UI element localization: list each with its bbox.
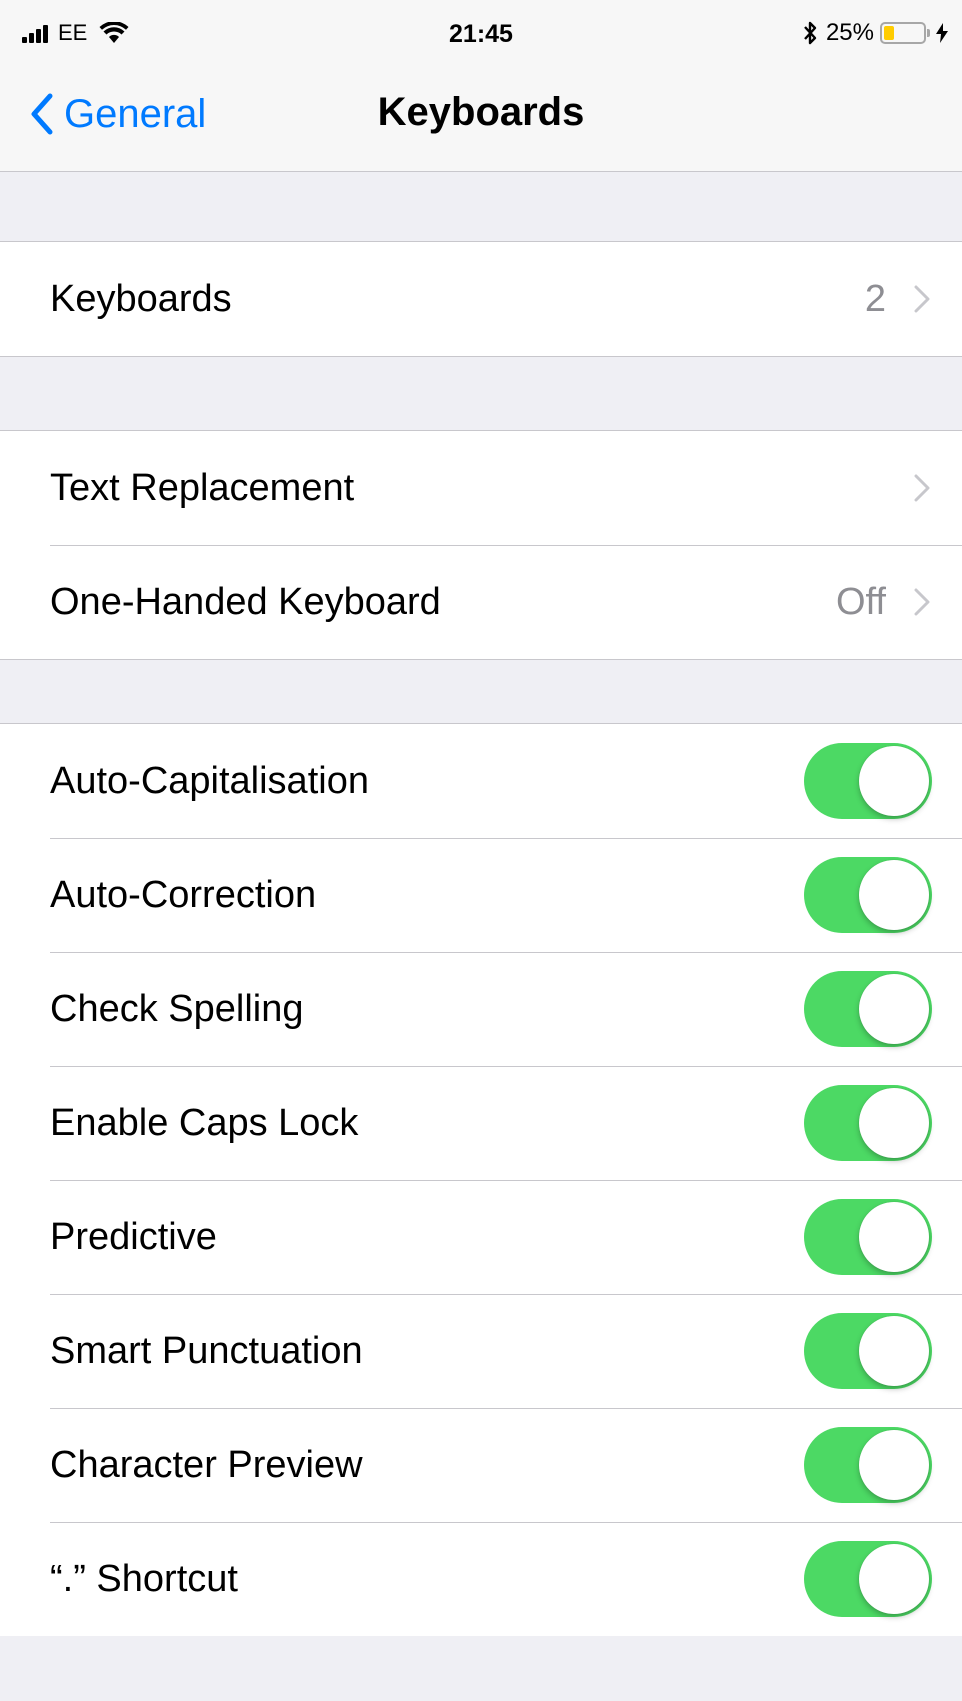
toggle-row-right: [804, 1085, 932, 1161]
toggle-row-smart-punctuation: Smart Punctuation: [0, 1294, 962, 1408]
toggle-knob: [859, 1430, 929, 1500]
toggle-row-right: [804, 1541, 932, 1617]
keyboards-group: Keyboards 2: [0, 241, 962, 357]
toggle-knob: [859, 746, 929, 816]
toggle-row-right: [804, 1427, 932, 1503]
text-replacement-row[interactable]: Text Replacement: [0, 431, 962, 545]
toggle-knob: [859, 1544, 929, 1614]
toggle-row-right: [804, 1199, 932, 1275]
one-handed-keyboard-row-right: Off: [836, 581, 930, 624]
battery-percentage: 25%: [825, 19, 874, 46]
text-options-group: Text Replacement One-Handed Keyboard Off: [0, 430, 962, 660]
status-bar: EE 21:45 25%: [0, 0, 962, 60]
toggle-label: Predictive: [50, 1215, 217, 1258]
toggle-row-right: [804, 743, 932, 819]
toggle-row-auto-correction: Auto-Correction: [0, 838, 962, 952]
smart-punctuation-toggle[interactable]: [804, 1313, 932, 1389]
status-right: 25%: [802, 18, 948, 48]
navigation-bar: General Keyboards: [0, 60, 962, 172]
toggle-label: Enable Caps Lock: [50, 1101, 359, 1144]
battery-fill: [884, 26, 894, 40]
check-spelling-toggle[interactable]: [804, 971, 932, 1047]
charging-bolt-icon: [936, 23, 948, 43]
chevron-right-icon: [914, 285, 930, 313]
predictive-toggle[interactable]: [804, 1199, 932, 1275]
toggle-row-character-preview: Character Preview: [0, 1408, 962, 1522]
text-replacement-row-right: [914, 474, 930, 502]
toggle-knob: [859, 860, 929, 930]
bluetooth-icon: [804, 21, 817, 45]
one-handed-keyboard-value: Off: [836, 580, 886, 623]
enable-caps-lock-toggle[interactable]: [804, 1085, 932, 1161]
page-title: Keyboards: [377, 90, 585, 134]
toggle-row-check-spelling: Check Spelling: [0, 952, 962, 1066]
toggle-label: Check Spelling: [50, 987, 304, 1030]
toggle-row-predictive: Predictive: [0, 1180, 962, 1294]
toggle-row-right: [804, 1313, 932, 1389]
keyboards-count: 2: [864, 277, 886, 320]
keyboards-row-right: 2: [865, 278, 930, 321]
character-preview-toggle[interactable]: [804, 1427, 932, 1503]
auto-correction-toggle[interactable]: [804, 857, 932, 933]
settings-screen: EE 21:45 25% General Keyboards Keyboards…: [0, 0, 962, 1701]
toggle-knob: [859, 1088, 929, 1158]
toggle-label: Smart Punctuation: [50, 1329, 363, 1372]
toggle-row-auto-capitalisation: Auto-Capitalisation: [0, 724, 962, 838]
toggle-row-enable-caps-lock: Enable Caps Lock: [0, 1066, 962, 1180]
chevron-right-icon: [914, 474, 930, 502]
toggle-label: “.” Shortcut: [50, 1557, 238, 1600]
toggle-knob: [859, 1316, 929, 1386]
toggle-label: Auto-Correction: [50, 873, 317, 916]
chevron-right-icon: [914, 588, 930, 616]
battery-icon: [880, 22, 926, 44]
toggle-settings-group: Auto-Capitalisation Auto-Correction Chec…: [0, 723, 962, 1636]
period-shortcut-toggle[interactable]: [804, 1541, 932, 1617]
toggle-row-right: [804, 971, 932, 1047]
one-handed-keyboard-label: One-Handed Keyboard: [50, 580, 441, 623]
toggle-knob: [859, 974, 929, 1044]
toggle-knob: [859, 1202, 929, 1272]
text-replacement-label: Text Replacement: [50, 466, 355, 509]
one-handed-keyboard-row[interactable]: One-Handed Keyboard Off: [0, 545, 962, 659]
toggle-label: Character Preview: [50, 1443, 363, 1486]
auto-capitalisation-toggle[interactable]: [804, 743, 932, 819]
toggle-label: Auto-Capitalisation: [50, 759, 369, 802]
battery-nub: [927, 29, 930, 37]
keyboards-label: Keyboards: [50, 277, 232, 320]
toggle-row-period-shortcut: “.” Shortcut: [0, 1522, 962, 1636]
toggle-row-right: [804, 857, 932, 933]
keyboards-row[interactable]: Keyboards 2: [0, 242, 962, 356]
